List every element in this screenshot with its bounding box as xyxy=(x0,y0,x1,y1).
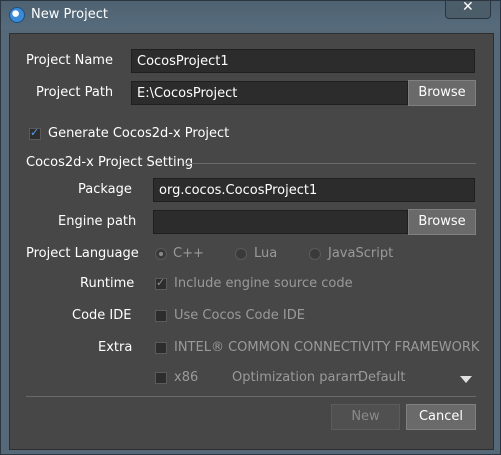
x86-checkbox[interactable] xyxy=(155,372,167,384)
use-cocos-code-ide-checkbox[interactable] xyxy=(155,310,167,322)
extra-label: Extra xyxy=(98,340,133,355)
project-name-input[interactable]: CocosProject1 xyxy=(131,49,475,73)
optimization-param-label: Optimization param xyxy=(232,370,362,385)
project-path-input[interactable]: E:\CocosProject xyxy=(131,81,408,105)
chevron-down-icon[interactable] xyxy=(460,376,472,383)
section-title: Cocos2d-x Project Setting xyxy=(26,155,194,170)
optimization-param-select[interactable]: Default xyxy=(358,370,406,385)
project-path-label: Project Path xyxy=(36,85,114,100)
package-label: Package xyxy=(78,182,132,197)
close-icon: ✕ xyxy=(462,0,474,15)
include-engine-source-label[interactable]: Include engine source code xyxy=(174,276,353,291)
new-project-window: New Project ✕ Project Name CocosProject1… xyxy=(0,0,501,455)
project-name-label: Project Name xyxy=(26,53,113,68)
project-language-label: Project Language xyxy=(26,246,139,261)
language-javascript-radio[interactable] xyxy=(309,248,321,260)
browse-engine-path-button[interactable]: Browse xyxy=(408,209,476,235)
language-cpp-label[interactable]: C++ xyxy=(173,246,204,261)
runtime-label: Runtime xyxy=(80,276,135,291)
cocos-app-icon xyxy=(9,7,25,23)
footer-divider xyxy=(26,396,476,397)
intel-ccf-label[interactable]: INTEL® COMMON CONNECTIVITY FRAMEWORK xyxy=(174,340,479,355)
engine-path-input[interactable] xyxy=(153,210,408,234)
use-cocos-code-ide-label[interactable]: Use Cocos Code IDE xyxy=(174,308,305,323)
language-javascript-label[interactable]: JavaScript xyxy=(328,246,393,261)
engine-path-label: Engine path xyxy=(58,214,137,229)
title-bar[interactable]: New Project ✕ xyxy=(1,0,500,29)
code-ide-label: Code IDE xyxy=(72,308,132,323)
language-cpp-radio[interactable] xyxy=(155,248,167,260)
browse-project-path-button[interactable]: Browse xyxy=(408,80,476,106)
generate-cocos2dx-checkbox[interactable] xyxy=(29,126,41,140)
generate-cocos2dx-label[interactable]: Generate Cocos2d-x Project xyxy=(48,126,229,141)
section-divider xyxy=(184,163,476,164)
package-input[interactable]: org.cocos.CocosProject1 xyxy=(153,178,475,202)
close-button[interactable]: ✕ xyxy=(445,0,491,19)
dialog-body: Project Name CocosProject1 Project Path … xyxy=(9,33,494,450)
language-lua-radio[interactable] xyxy=(235,248,247,260)
cancel-button[interactable]: Cancel xyxy=(406,404,476,430)
intel-ccf-checkbox[interactable] xyxy=(155,342,167,354)
language-lua-label[interactable]: Lua xyxy=(254,246,277,261)
x86-label[interactable]: x86 xyxy=(174,370,198,385)
include-engine-source-checkbox[interactable] xyxy=(155,276,167,290)
new-button[interactable]: New xyxy=(331,404,400,430)
window-title: New Project xyxy=(31,7,108,22)
